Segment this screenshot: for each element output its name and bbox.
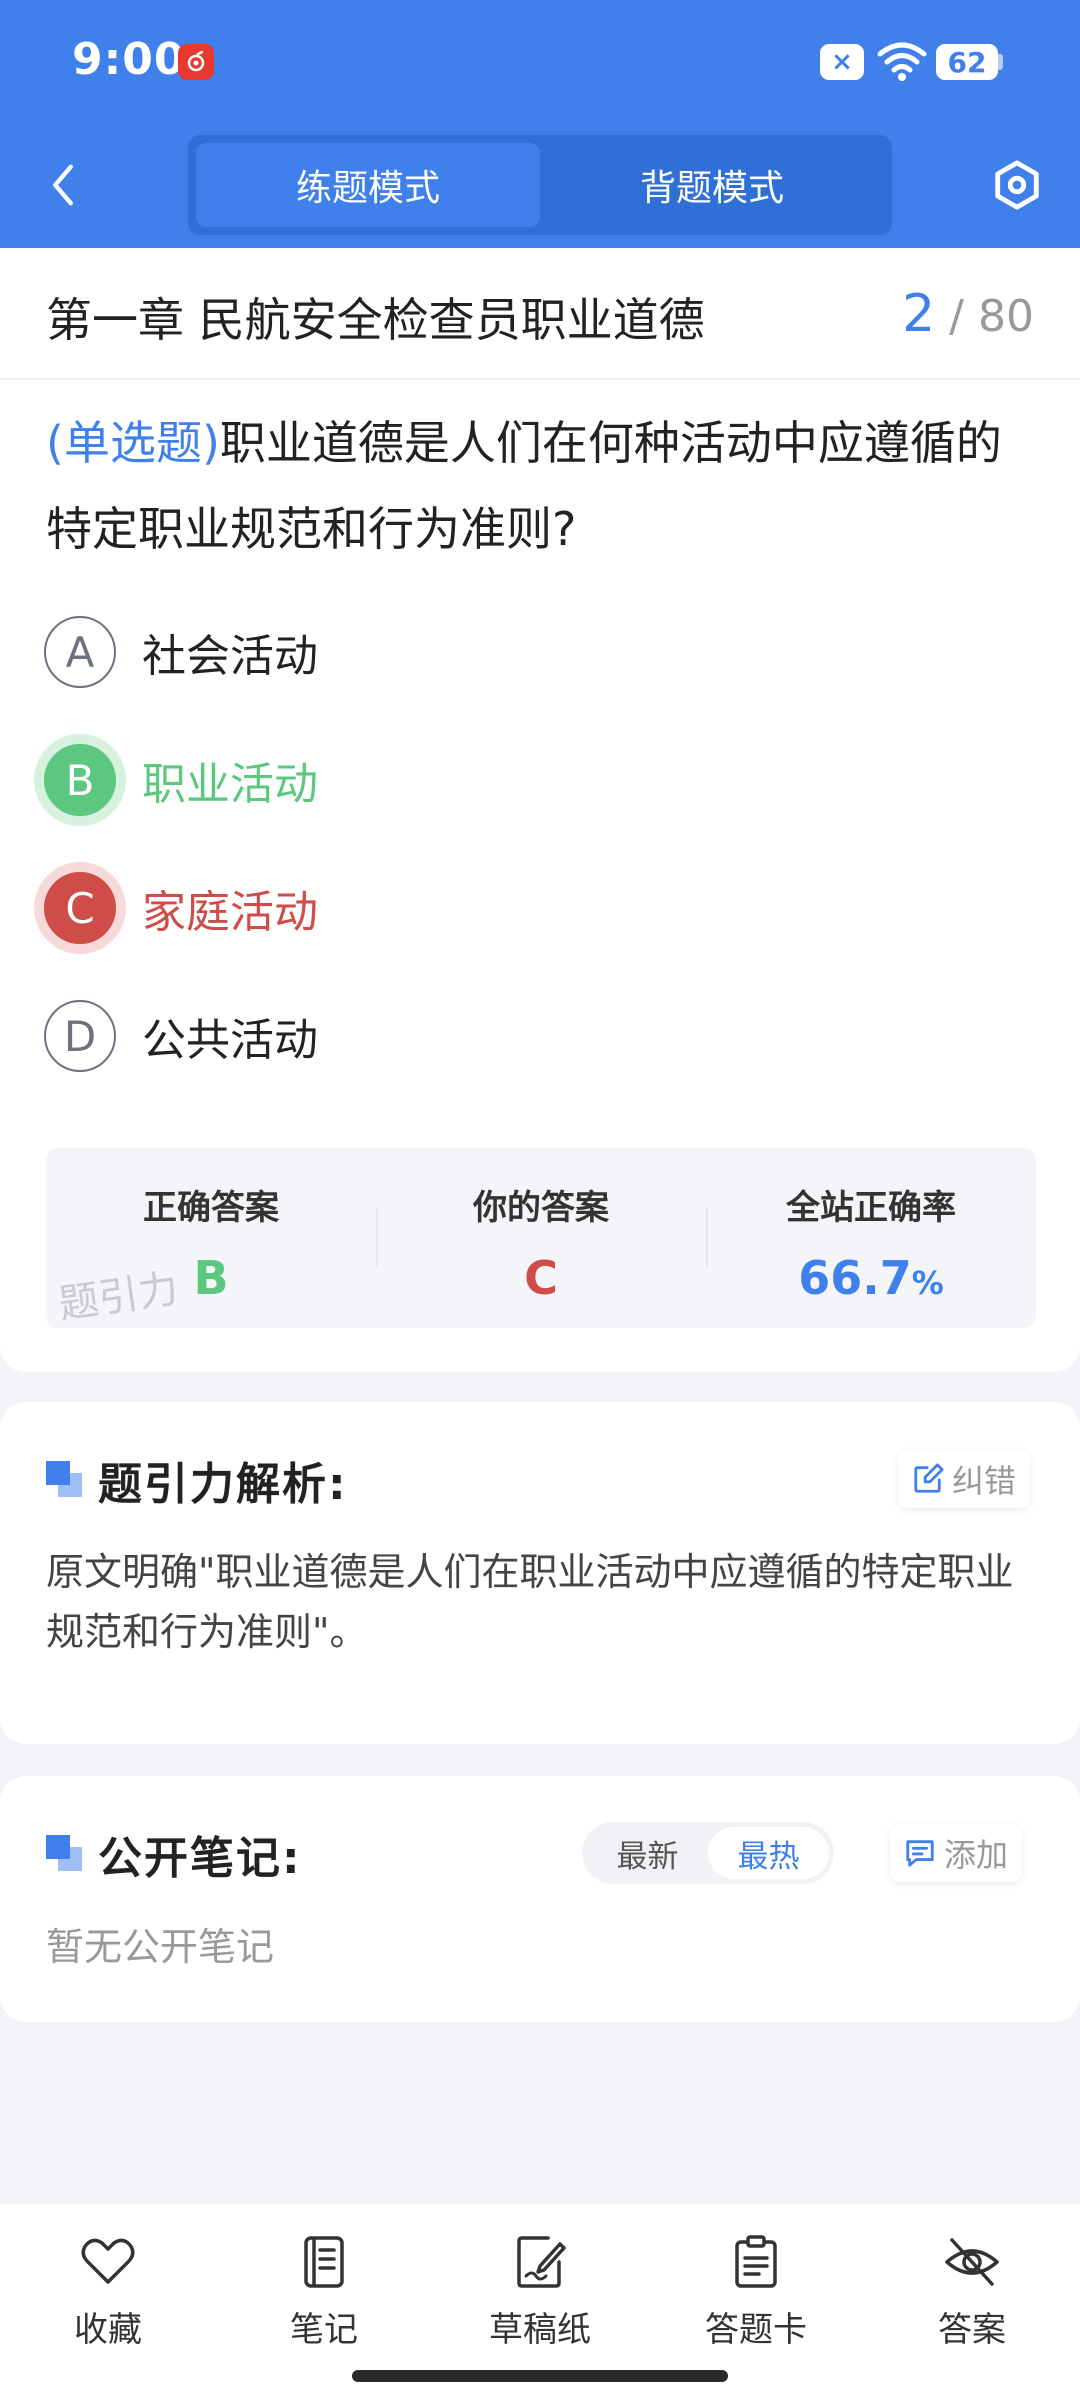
add-note-button[interactable]: 添加 bbox=[890, 1824, 1023, 1882]
option-b[interactable]: B 职业活动 bbox=[44, 742, 318, 818]
option-text: 社会活动 bbox=[142, 631, 318, 682]
answer-stats: 正确答案 B 题引力 你的答案 C 全站正确率 66.7% bbox=[46, 1148, 1036, 1328]
option-c[interactable]: C 家庭活动 bbox=[44, 870, 318, 946]
draft-paper-icon bbox=[517, 2236, 566, 2288]
question-counter: 2 / 80 bbox=[902, 284, 1034, 344]
back-button[interactable] bbox=[38, 150, 88, 220]
empty-notes-text: 暂无公开笔记 bbox=[46, 1925, 275, 1969]
option-text: 家庭活动 bbox=[142, 887, 318, 938]
notes-sort-toggle: 最新 最热 bbox=[582, 1822, 834, 1884]
comment-icon bbox=[906, 1840, 934, 1867]
option-text: 职业活动 bbox=[142, 759, 318, 810]
sort-hottest[interactable]: 最热 bbox=[708, 1827, 829, 1879]
option-text: 公共活动 bbox=[142, 1015, 318, 1066]
chevron-left-icon bbox=[53, 164, 73, 206]
analysis-text: 原文明确"职业道德是人们在职业活动中应遵循的特定职业规范和行为准则"。 bbox=[46, 1550, 1014, 1654]
status-bar: 9:00 × 62 bbox=[0, 0, 1080, 125]
report-error-button[interactable]: 纠错 bbox=[898, 1450, 1031, 1508]
option-letter: B bbox=[44, 744, 116, 816]
current-question-number: 2 bbox=[902, 284, 936, 344]
chapter-title: 第一章 民航安全检查员职业道德 bbox=[46, 293, 705, 347]
total-questions: 80 bbox=[978, 291, 1034, 342]
accuracy-rate-value: 66.7% bbox=[798, 1251, 944, 1305]
draft-paper-label: 草稿纸 bbox=[489, 2310, 591, 2350]
notes-label: 笔记 bbox=[290, 2310, 358, 2350]
option-d[interactable]: D 公共活动 bbox=[44, 998, 318, 1074]
section-square-icon bbox=[46, 1461, 84, 1499]
tab-memorize-mode[interactable]: 背题模式 bbox=[540, 143, 884, 227]
header: 9:00 × 62 练题模式 背题模式 bbox=[0, 0, 1080, 248]
notes-title: 公开笔记: bbox=[98, 1833, 302, 1884]
wifi-icon bbox=[876, 38, 928, 82]
rate-number: 66.7 bbox=[798, 1251, 912, 1305]
notebook-icon bbox=[304, 2236, 344, 2288]
answer-sheet-icon bbox=[735, 2235, 777, 2288]
question-type-label: (单选题) bbox=[46, 416, 220, 470]
stat-correct-answer: 正确答案 B 题引力 bbox=[46, 1148, 376, 1328]
public-notes-card: 公开笔记: 最新 最热 添加 暂无公开笔记 bbox=[0, 1776, 1080, 2022]
counter-separator: / bbox=[949, 291, 964, 342]
stat-label: 全站正确率 bbox=[786, 1188, 956, 1228]
favorite-button[interactable]: 收藏 bbox=[0, 2204, 216, 2400]
add-note-label: 添加 bbox=[944, 1836, 1009, 1874]
tab-practice-mode[interactable]: 练题模式 bbox=[196, 143, 540, 227]
option-a[interactable]: A 社会活动 bbox=[44, 614, 318, 690]
option-letter: A bbox=[44, 616, 116, 688]
sim-off-icon: × bbox=[820, 44, 864, 80]
hexagon-settings-icon bbox=[995, 160, 1039, 210]
home-indicator[interactable] bbox=[352, 2370, 728, 2382]
report-error-label: 纠错 bbox=[952, 1462, 1017, 1500]
section-square-icon bbox=[46, 1835, 84, 1873]
correct-answer-value: B bbox=[193, 1251, 229, 1305]
settings-button[interactable] bbox=[987, 150, 1047, 220]
show-answer-button[interactable]: 答案 bbox=[864, 2204, 1080, 2400]
favorite-label: 收藏 bbox=[74, 2310, 142, 2350]
analysis-header: 题引力解析: bbox=[46, 1448, 348, 1512]
answer-sheet-label: 答题卡 bbox=[705, 2310, 807, 2350]
question-text: (单选题)职业道德是人们在何种活动中应遵循的特定职业规范和行为准则? bbox=[46, 400, 1036, 572]
mode-switch: 练题模式 背题模式 bbox=[188, 135, 892, 235]
sort-newest[interactable]: 最新 bbox=[587, 1827, 708, 1879]
your-answer-value: C bbox=[524, 1251, 558, 1305]
battery-indicator: 62 bbox=[936, 44, 998, 80]
option-letter: C bbox=[44, 872, 116, 944]
analysis-title: 题引力解析: bbox=[98, 1459, 348, 1510]
status-time: 9:00 bbox=[72, 34, 186, 85]
notes-header: 公开笔记: bbox=[46, 1822, 302, 1886]
battery-tip bbox=[998, 54, 1003, 70]
show-answer-label: 答案 bbox=[938, 2310, 1006, 2350]
analysis-card: 题引力解析: 纠错 原文明确"职业道德是人们在职业活动中应遵循的特定职业规范和行… bbox=[0, 1402, 1080, 1744]
heart-icon bbox=[81, 2238, 135, 2284]
stat-label: 你的答案 bbox=[473, 1188, 609, 1228]
option-letter: D bbox=[44, 1000, 116, 1072]
stat-label: 正确答案 bbox=[143, 1188, 279, 1228]
question-card: (单选题)职业道德是人们在何种活动中应遵循的特定职业规范和行为准则? A 社会活… bbox=[0, 380, 1080, 1372]
app-notification-icon bbox=[178, 44, 214, 80]
edit-icon bbox=[914, 1463, 944, 1493]
stat-accuracy-rate: 全站正确率 66.7% bbox=[706, 1148, 1036, 1328]
chapter-bar: 第一章 民航安全检查员职业道德 2 / 80 bbox=[0, 248, 1080, 380]
rate-unit: % bbox=[911, 1264, 944, 1302]
stat-your-answer: 你的答案 C bbox=[376, 1148, 706, 1328]
eye-off-icon bbox=[945, 2238, 999, 2286]
watermark: 题引力 bbox=[55, 1265, 182, 1329]
